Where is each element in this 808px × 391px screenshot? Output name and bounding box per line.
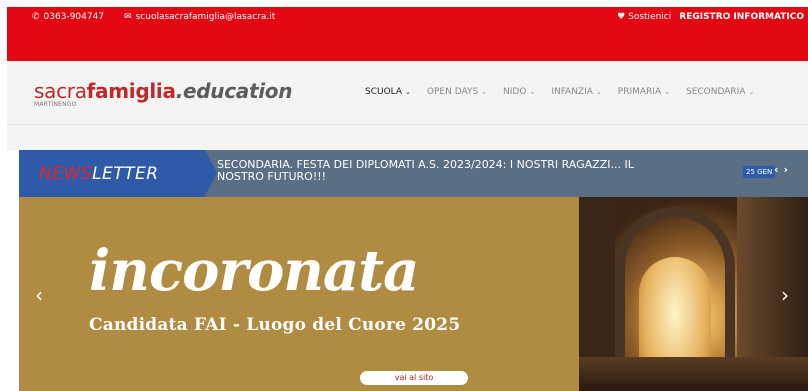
nav-item-infanzia[interactable]: INFANZIA ⌄ bbox=[543, 87, 609, 97]
chevron-down-icon: ⌄ bbox=[664, 88, 670, 96]
newsletter-label-red: NEWS bbox=[39, 163, 93, 184]
email-link[interactable]: scuolasacrafamiglia@lasacra.it bbox=[136, 12, 276, 22]
nav-label: SCUOLA bbox=[365, 87, 403, 97]
nav-label: PRIMARIA bbox=[617, 87, 662, 97]
slider-prev-icon[interactable]: ‹ bbox=[35, 283, 43, 307]
main-nav: SCUOLA ⌄ OPEN DAYS ⌄ NIDO ⌄ INFANZIA ⌄ PRIMA… bbox=[357, 87, 762, 97]
nav-label: SECONDARIA bbox=[686, 87, 746, 97]
newsletter-date-badge: 25 GEN bbox=[743, 166, 776, 178]
header-spacer bbox=[7, 125, 808, 150]
support-label: Sostienici bbox=[628, 12, 672, 22]
chevron-down-icon: ⌄ bbox=[529, 88, 536, 96]
logo-part3: .education bbox=[175, 79, 293, 103]
site-logo[interactable]: sacrafamiglia.education MARTINENGO bbox=[34, 79, 292, 108]
envelope-icon: ✉ bbox=[124, 12, 132, 22]
newsletter-label: NEWS LETTER bbox=[19, 150, 205, 197]
nav-label: INFANZIA bbox=[551, 87, 593, 97]
newsletter-headline[interactable]: SECONDARIA. FESTA DEI DIPLOMATI A.S. 202… bbox=[217, 159, 637, 183]
register-link[interactable]: REGISTRO INFORMATICO bbox=[679, 12, 804, 22]
chevron-down-icon: ⌄ bbox=[405, 88, 411, 96]
site-header: sacrafamiglia.education MARTINENGO SCUOL… bbox=[7, 61, 808, 125]
nav-item-nido[interactable]: NIDO ⌄ bbox=[495, 87, 543, 97]
slider-next-icon[interactable]: › bbox=[781, 283, 789, 307]
phone-link[interactable]: 0363-904747 bbox=[44, 12, 105, 22]
chevron-down-icon: ⌄ bbox=[595, 88, 602, 96]
chevron-down-icon: ⌄ bbox=[481, 88, 488, 96]
logo-part2: famiglia bbox=[86, 79, 176, 103]
top-bar: ✆ 0363-904747 ✉ scuolasacrafamiglia@lasa… bbox=[7, 7, 808, 61]
chevron-down-icon: ⌄ bbox=[748, 88, 755, 96]
logo-part1: sacra bbox=[34, 79, 87, 103]
nav-item-open-days[interactable]: OPEN DAYS ⌄ bbox=[419, 87, 495, 97]
nav-item-primaria[interactable]: PRIMARIA ⌄ bbox=[610, 87, 678, 97]
nav-item-secondaria[interactable]: SECONDARIA ⌄ bbox=[678, 87, 762, 97]
newsletter-arrow bbox=[205, 150, 217, 196]
nav-label: NIDO bbox=[503, 87, 527, 97]
top-actions: ♥ Sostienici REGISTRO INFORMATICO bbox=[617, 12, 804, 22]
nav-label: OPEN DAYS bbox=[426, 87, 479, 97]
newsletter-prev-icon[interactable]: ‹ bbox=[774, 163, 779, 176]
visit-site-button[interactable]: vai al sito bbox=[360, 371, 468, 385]
newsletter-next-icon[interactable]: › bbox=[784, 163, 789, 176]
support-link[interactable]: ♥ Sostienici bbox=[617, 12, 671, 22]
phone-icon: ✆ bbox=[32, 12, 40, 22]
newsletter-nav: ‹ › bbox=[774, 163, 788, 176]
slide-title: incoronata bbox=[89, 238, 419, 304]
hero-slider: incoronata Candidata FAI - Luogo del Cuo… bbox=[19, 197, 808, 391]
heart-icon: ♥ bbox=[617, 12, 626, 22]
newsletter-label-white: LETTER bbox=[92, 163, 159, 184]
newsletter-ticker: NEWS LETTER SECONDARIA. FESTA DEI DIPLOMA… bbox=[19, 150, 808, 197]
nav-item-scuola[interactable]: SCUOLA ⌄ bbox=[357, 87, 419, 97]
contact-info: ✆ 0363-904747 ✉ scuolasacrafamiglia@lasa… bbox=[32, 12, 275, 22]
slide-subtitle: Candidata FAI - Luogo del Cuore 2025 bbox=[89, 315, 461, 335]
photo-floor bbox=[579, 357, 808, 391]
